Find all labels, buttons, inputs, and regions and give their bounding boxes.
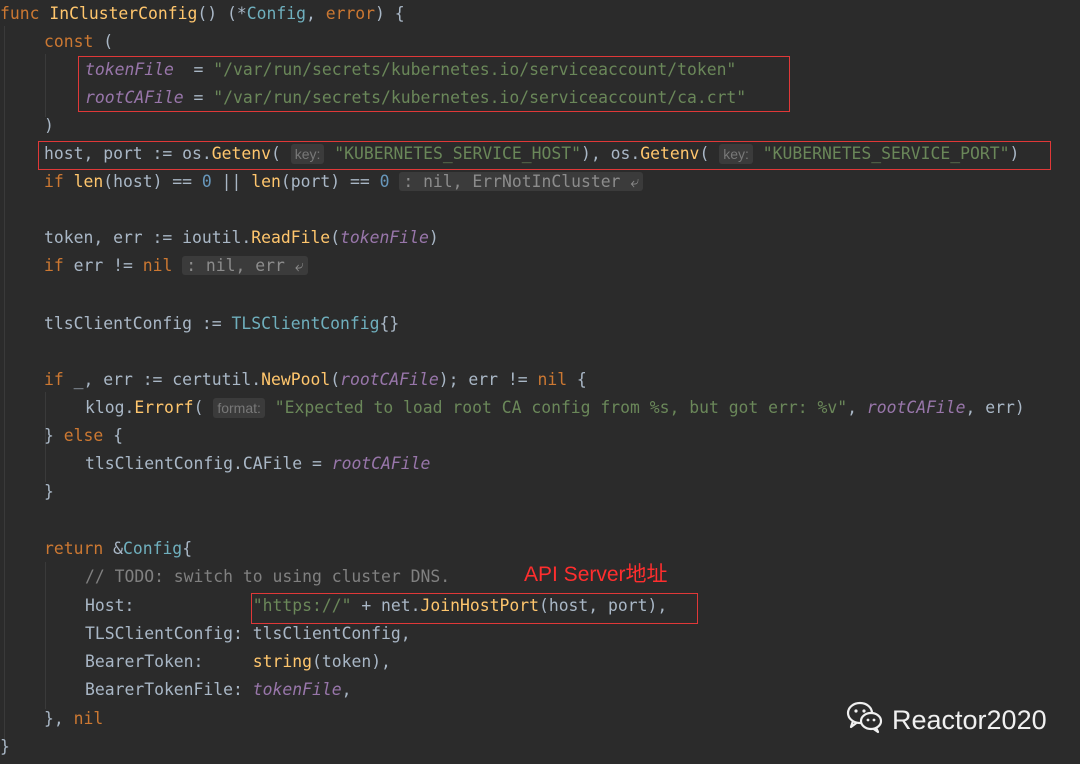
code-line-cafile-assign: tlsClientConfig.CAFile = rootCAFile [85,454,431,473]
folded-block[interactable]: : nil, ErrNotInCluster ⤶ [399,172,644,191]
indent-guide [45,562,46,709]
code-line-bearer-token-file: BearerTokenFile: tokenFile, [85,680,352,699]
watermark: Reactor2020 [846,700,1047,740]
code-line-token-file: tokenFile = "/var/run/secrets/kubernetes… [85,60,737,79]
code-line-host-field: Host: "https://" + net.JoinHostPort(host… [85,596,668,615]
api-server-annotation: API Server地址 [524,563,668,586]
code-line-getenv: host, port := os.Getenv( key: "KUBERNETE… [44,144,1020,164]
indent-guide [4,26,5,742]
code-line-tls-field: TLSClientConfig: tlsClientConfig, [85,624,411,643]
code-line-return: return &Config{ [44,539,193,558]
code-line-func-signature: func InClusterConfig() (*Config, error) … [0,4,405,23]
code-line-new-pool: if _, err := certutil.NewPool(rootCAFile… [44,370,587,389]
code-line-else: } else { [44,426,123,445]
code-line-if-err: if err != nil : nil, err ⤶ [44,252,308,280]
parameter-hint: key: [719,144,753,164]
code-line-else-close: } [44,482,54,501]
code-line-func-close: } [0,737,10,756]
code-editor[interactable]: func InClusterConfig() (*Config, error) … [0,0,1080,764]
watermark-text: Reactor2020 [892,704,1047,735]
code-line-root-ca-file: rootCAFile = "/var/run/secrets/kubernete… [85,88,747,107]
code-line-tls-config: tlsClientConfig := TLSClientConfig{} [44,314,400,333]
code-line-return-close: }, nil [44,709,104,728]
code-line-todo-comment: // TODO: switch to using cluster DNS. [85,567,451,586]
parameter-hint: format: [213,398,265,418]
code-line-len-check: if len(host) == 0 || len(port) == 0 : ni… [44,168,644,196]
code-line-bearer-token: BearerToken: string(token), [85,652,391,671]
folded-block[interactable]: : nil, err ⤶ [182,256,308,275]
parameter-hint: key: [290,144,325,164]
code-line-const-close: ) [44,116,54,135]
code-line-read-token: token, err := ioutil.ReadFile(tokenFile) [44,228,439,247]
wechat-icon [846,700,884,741]
indent-guide [45,54,46,117]
code-line-const: const ( [44,32,114,51]
code-line-klog-errorf: klog.Errorf( format: "Expected to load r… [85,398,1025,418]
